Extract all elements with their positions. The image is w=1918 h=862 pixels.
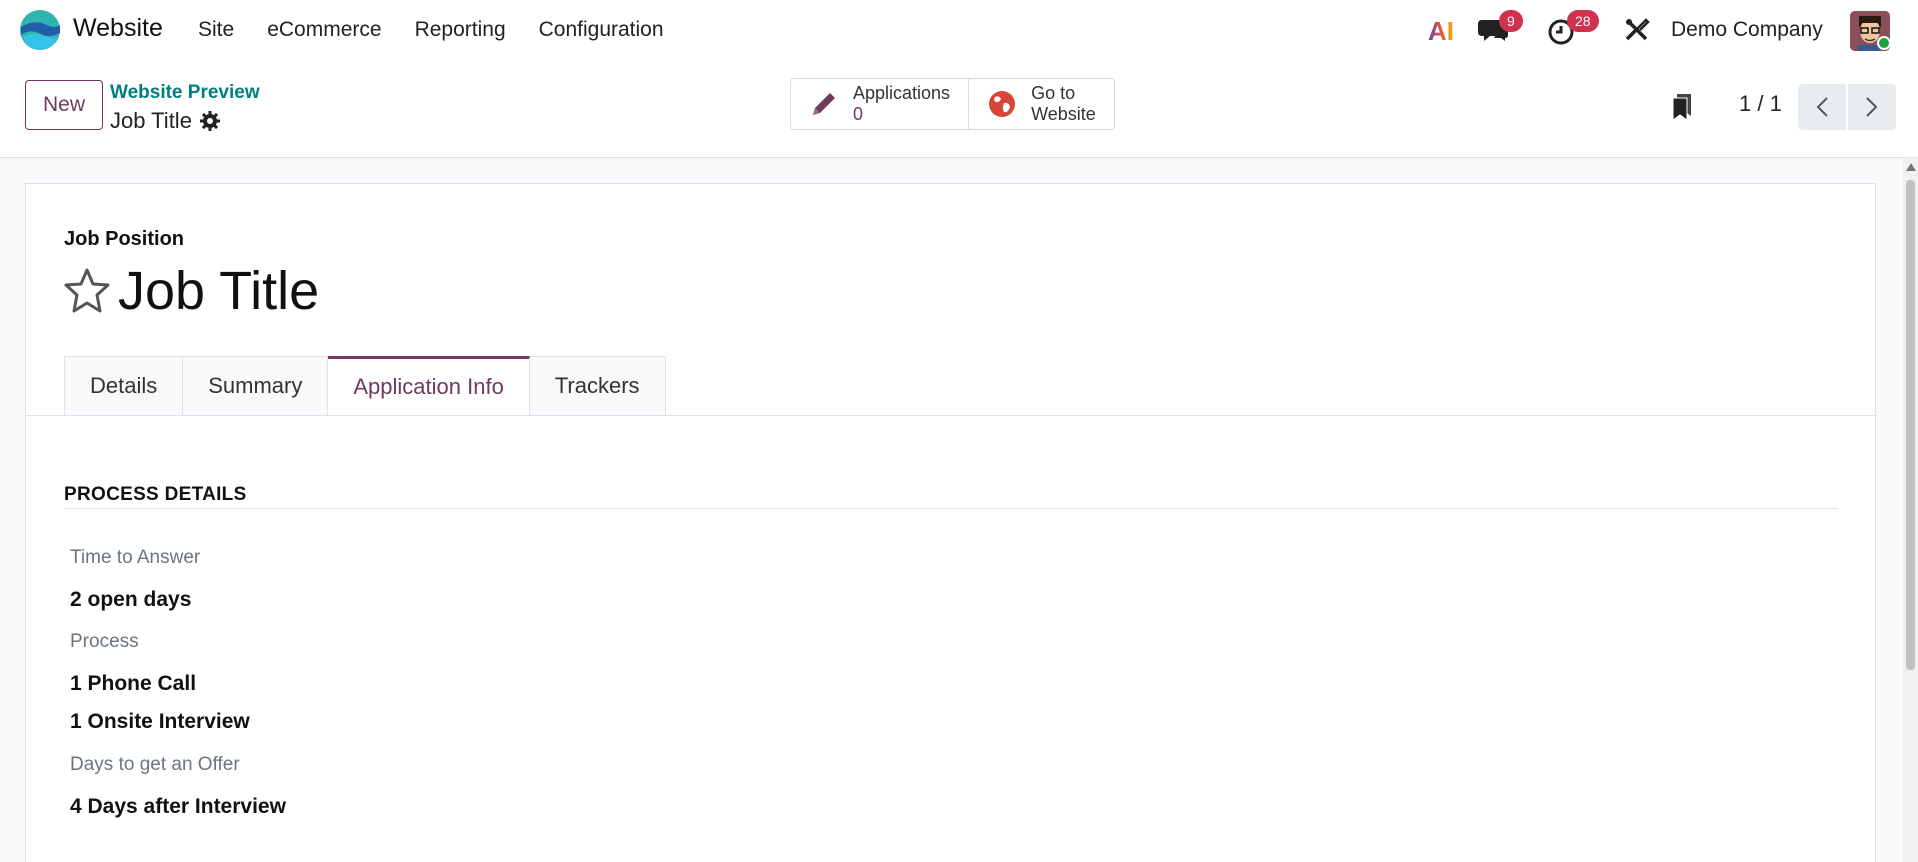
tab-trackers[interactable]: Trackers: [529, 356, 666, 416]
gear-icon[interactable]: [200, 111, 220, 136]
smart-buttons: Applications 0 Go to Website: [790, 78, 1115, 130]
job-position-label: Job Position: [64, 228, 184, 250]
menu-item-reporting[interactable]: Reporting: [415, 18, 506, 42]
activities-count-badge: 28: [1567, 10, 1599, 32]
pager-value[interactable]: 1 / 1: [1739, 91, 1782, 117]
scroll-up-arrow-icon[interactable]: [1906, 163, 1916, 171]
favorite-star-icon[interactable]: [63, 267, 111, 320]
time-to-answer-label: Time to Answer: [70, 547, 201, 568]
process-value-onsite-interview[interactable]: 1 Onsite Interview: [70, 710, 250, 734]
globe-icon: [989, 91, 1016, 117]
bookmark-icon[interactable]: [1671, 92, 1695, 127]
company-switcher[interactable]: Demo Company: [1671, 18, 1823, 42]
tab-details[interactable]: Details: [64, 356, 184, 416]
main-menu: Site eCommerce Reporting Configuration: [198, 18, 697, 42]
debug-tools-icon[interactable]: [1624, 17, 1650, 48]
process-value-phone-call[interactable]: 1 Phone Call: [70, 672, 196, 696]
pager-next-button[interactable]: [1848, 84, 1896, 130]
menu-item-site[interactable]: Site: [198, 18, 234, 42]
tabs-divider: [26, 415, 1875, 416]
control-panel: New Website Preview Job Title Applicatio…: [0, 62, 1918, 158]
go-to-website-smart-button[interactable]: Go to Website: [968, 79, 1114, 129]
applications-label: Applications: [853, 83, 951, 103]
form-tabs: Details Summary Application Info Tracker…: [64, 356, 666, 416]
days-to-offer-value[interactable]: 4 Days after Interview: [70, 795, 286, 819]
time-to-answer-value[interactable]: 2 open days: [70, 588, 191, 612]
breadcrumb-website-preview[interactable]: Website Preview: [110, 82, 260, 104]
form-sheet: Job Position Job Title Details Summary A…: [25, 183, 1876, 862]
tab-summary[interactable]: Summary: [183, 356, 329, 416]
website-label-line1: Go to: [1031, 83, 1076, 103]
website-label-line2: Website: [1031, 104, 1096, 124]
breadcrumb-current-record: Job Title: [110, 108, 192, 133]
messages-count-badge: 9: [1499, 10, 1523, 32]
chevron-right-icon: [1866, 97, 1878, 117]
pager-previous-button[interactable]: [1798, 84, 1846, 130]
applications-smart-button[interactable]: Applications 0: [791, 79, 968, 129]
online-status-indicator: [1877, 36, 1891, 50]
days-to-offer-label: Days to get an Offer: [70, 754, 240, 775]
applications-count: 0: [853, 104, 864, 124]
menu-item-ecommerce[interactable]: eCommerce: [267, 18, 381, 42]
section-title-process-details: PROCESS DETAILS: [64, 484, 247, 505]
tab-application-info[interactable]: Application Info: [328, 356, 530, 416]
new-button[interactable]: New: [25, 80, 103, 130]
website-app-logo-icon[interactable]: [19, 9, 61, 51]
job-title-field[interactable]: Job Title: [118, 260, 319, 322]
chevron-left-icon: [1816, 97, 1828, 117]
process-label: Process: [70, 631, 139, 652]
pencil-icon: [813, 93, 835, 115]
top-navbar: Website Site eCommerce Reporting Configu…: [0, 0, 1918, 62]
ai-label: AI: [1428, 16, 1454, 46]
scrollbar-thumb[interactable]: [1906, 180, 1915, 670]
ai-icon[interactable]: AI: [1428, 16, 1454, 47]
app-name[interactable]: Website: [73, 14, 163, 43]
section-divider: [64, 508, 1838, 509]
menu-item-configuration[interactable]: Configuration: [539, 18, 664, 42]
